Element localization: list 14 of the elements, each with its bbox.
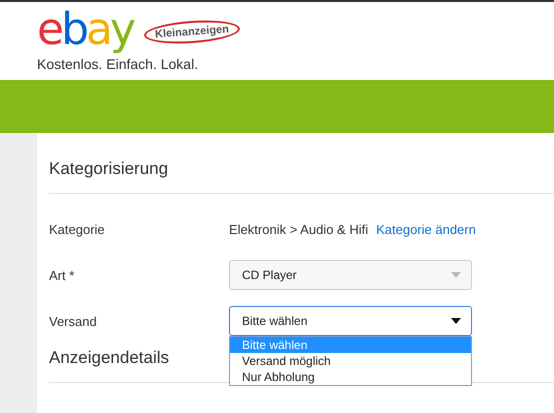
ebay-logo[interactable]: ebay: [37, 4, 136, 56]
dropdown-option[interactable]: Versand möglich: [230, 353, 471, 369]
field-label: Art *: [49, 268, 76, 282]
kleinanzeigen-badge: Kleinanzeigen: [143, 18, 241, 46]
select-field[interactable]: CD Player: [229, 260, 472, 290]
tagline: Kostenlos. Einfach. Lokal.: [37, 56, 200, 72]
caret-icon: [451, 272, 461, 278]
caret-icon: [451, 318, 461, 324]
field-label: Versand: [49, 314, 98, 328]
dropdown-option[interactable]: Nur Abholung: [230, 369, 471, 385]
change-category-link[interactable]: Kategorie ändern: [376, 222, 476, 236]
section-title: Kategorisierung: [49, 133, 554, 194]
field-label: Kategorie: [49, 222, 106, 236]
category-path: Elektronik > Audio & Hifi: [229, 222, 368, 236]
